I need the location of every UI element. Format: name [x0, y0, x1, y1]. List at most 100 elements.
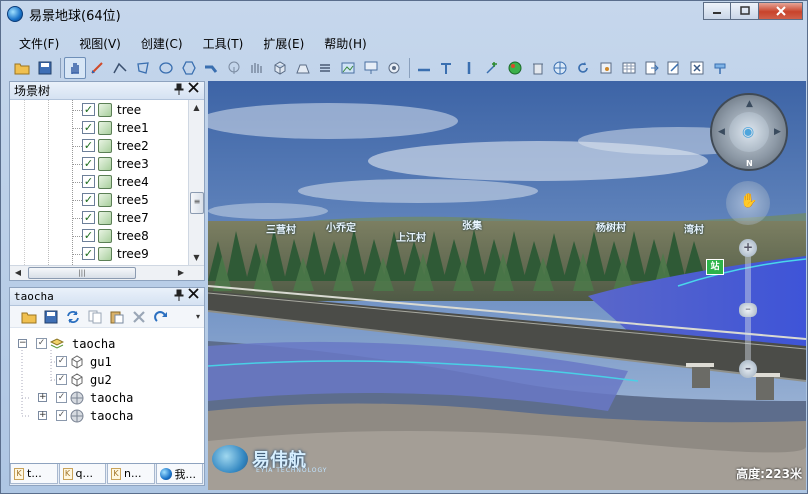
grid-table-icon[interactable] — [618, 57, 640, 79]
list-item[interactable]: ✓ tree8 — [10, 227, 190, 245]
nav-right-icon[interactable]: ▶ — [774, 127, 781, 137]
scroll-left-icon[interactable]: ◀ — [11, 266, 25, 280]
measure-icon[interactable] — [86, 57, 108, 79]
zoom-in-button[interactable]: + — [739, 239, 757, 257]
visibility-checkbox[interactable]: ✓ — [82, 175, 95, 188]
menu-extend[interactable]: 扩展(E) — [253, 32, 314, 54]
compass-navigation[interactable]: ▲ ◀ ▶ ◉ N — [710, 93, 788, 171]
zoom-out-button[interactable]: – — [739, 360, 757, 378]
visibility-checkbox[interactable]: ✓ — [56, 392, 67, 403]
visibility-checkbox[interactable]: ✓ — [82, 229, 95, 242]
menu-view[interactable]: 视图(V) — [69, 32, 131, 54]
scroll-right-icon[interactable]: ▶ — [174, 266, 188, 280]
pin-marker-icon[interactable] — [709, 57, 731, 79]
save-icon[interactable] — [40, 307, 62, 327]
list-item[interactable]: ✓ tree9 — [10, 245, 190, 263]
refresh-icon[interactable] — [62, 307, 84, 327]
settings-icon[interactable] — [595, 57, 617, 79]
menu-create[interactable]: 创建(C) — [131, 32, 193, 54]
ellipse-icon[interactable] — [155, 57, 177, 79]
delete-icon[interactable] — [128, 307, 150, 327]
visibility-checkbox[interactable]: ✓ — [56, 374, 67, 385]
open-folder-icon[interactable] — [18, 307, 40, 327]
visibility-checkbox[interactable]: ✓ — [82, 121, 95, 134]
scene-tree-vscrollbar[interactable]: ▲ ≡ ▼ — [188, 100, 204, 265]
scroll-thumb[interactable]: ||| — [28, 267, 136, 279]
station-marker-icon[interactable]: 站 — [706, 259, 724, 275]
scene-tree-hscrollbar[interactable]: ◀ ||| ▶ — [10, 265, 204, 280]
add-point-icon[interactable] — [481, 57, 503, 79]
target-icon[interactable] — [549, 57, 571, 79]
terrain-flatten-icon[interactable] — [292, 57, 314, 79]
list-item[interactable]: ✓ tree5 — [10, 191, 190, 209]
redo-icon[interactable] — [150, 307, 172, 327]
tab-q[interactable]: Kq... — [58, 464, 106, 484]
tab-t[interactable]: Kt... — [10, 464, 58, 484]
menu-help[interactable]: 帮助(H) — [314, 32, 376, 54]
close-panel-icon[interactable] — [188, 288, 199, 303]
list-item[interactable]: ✓ tree — [10, 101, 190, 119]
tree-model-icon[interactable] — [223, 57, 245, 79]
visibility-checkbox[interactable]: ✓ — [36, 338, 47, 349]
pin-icon[interactable] — [174, 83, 184, 98]
globe-3d-viewport[interactable]: 三营村 小乔定 上江村 张集 杨树村 湾村 站 ▲ ◀ ▶ ◉ N ✋ + – … — [208, 81, 806, 490]
visibility-checkbox[interactable]: ✓ — [82, 211, 95, 224]
height-measure-icon[interactable] — [435, 57, 457, 79]
overflow-icon[interactable]: ▾ — [192, 307, 204, 327]
billboard-icon[interactable] — [360, 57, 382, 79]
pan-hand-icon[interactable] — [63, 56, 86, 79]
delete-bin-icon[interactable] — [527, 57, 549, 79]
paste-icon[interactable] — [106, 307, 128, 327]
title-bar[interactable]: 易景地球(64位) — [1, 1, 807, 27]
collapse-icon[interactable]: − — [18, 339, 27, 348]
tab-mine[interactable]: 我... — [155, 464, 203, 484]
visibility-checkbox[interactable]: ✓ — [82, 139, 95, 152]
close-panel-icon[interactable] — [188, 82, 199, 97]
visibility-checkbox[interactable]: ✓ — [56, 356, 67, 367]
scroll-thumb[interactable]: ≡ — [190, 192, 204, 214]
menu-tools[interactable]: 工具(T) — [193, 32, 254, 54]
zoom-slider-thumb[interactable]: – — [739, 303, 757, 317]
visibility-checkbox[interactable]: ✓ — [82, 247, 95, 260]
list-item[interactable]: ✓ tree2 — [10, 137, 190, 155]
camera-icon[interactable] — [383, 57, 405, 79]
visibility-checkbox[interactable]: ✓ — [82, 157, 95, 170]
export-icon[interactable] — [641, 57, 663, 79]
vertical-measure-icon[interactable] — [458, 57, 480, 79]
list-item[interactable]: ✓ tree1 — [10, 119, 190, 137]
close-button[interactable] — [759, 2, 803, 20]
cube-model-icon[interactable] — [269, 57, 291, 79]
maximize-button[interactable] — [731, 2, 759, 20]
polyline-icon[interactable] — [109, 57, 131, 79]
horizontal-distance-icon[interactable] — [413, 57, 435, 79]
pan-control[interactable]: ✋ — [726, 181, 770, 225]
expand-icon[interactable]: + — [38, 411, 47, 420]
list-item[interactable]: ✓ tree3 — [10, 155, 190, 173]
polygon-icon[interactable] — [132, 57, 154, 79]
layers-icon[interactable] — [314, 57, 336, 79]
image-icon[interactable] — [337, 57, 359, 79]
list-item[interactable]: ✓ tree7 — [10, 209, 190, 227]
nav-up-icon[interactable]: ▲ — [746, 99, 753, 109]
scroll-up-icon[interactable]: ▲ — [189, 100, 204, 115]
list-item[interactable]: ✓ tree4 — [10, 173, 190, 191]
visibility-checkbox[interactable]: ✓ — [82, 103, 95, 116]
visibility-checkbox[interactable]: ✓ — [82, 193, 95, 206]
hexagon-icon[interactable] — [178, 57, 200, 79]
globe-icon[interactable] — [504, 57, 526, 79]
visibility-checkbox[interactable]: ✓ — [56, 410, 67, 421]
look-control[interactable]: ◉ — [729, 112, 769, 152]
open-folder-icon[interactable] — [11, 57, 33, 79]
pipe-icon[interactable] — [200, 57, 222, 79]
nav-left-icon[interactable]: ◀ — [718, 127, 725, 137]
close-box-icon[interactable] — [686, 57, 708, 79]
scroll-down-icon[interactable]: ▼ — [189, 250, 204, 265]
copy-icon[interactable] — [84, 307, 106, 327]
rotate-icon[interactable] — [572, 57, 594, 79]
expand-icon[interactable]: + — [38, 393, 47, 402]
tab-n[interactable]: Kn... — [107, 464, 155, 484]
wall-icon[interactable] — [246, 57, 268, 79]
minimize-button[interactable] — [703, 2, 731, 20]
save-icon[interactable] — [34, 57, 56, 79]
edit-doc-icon[interactable] — [663, 57, 685, 79]
